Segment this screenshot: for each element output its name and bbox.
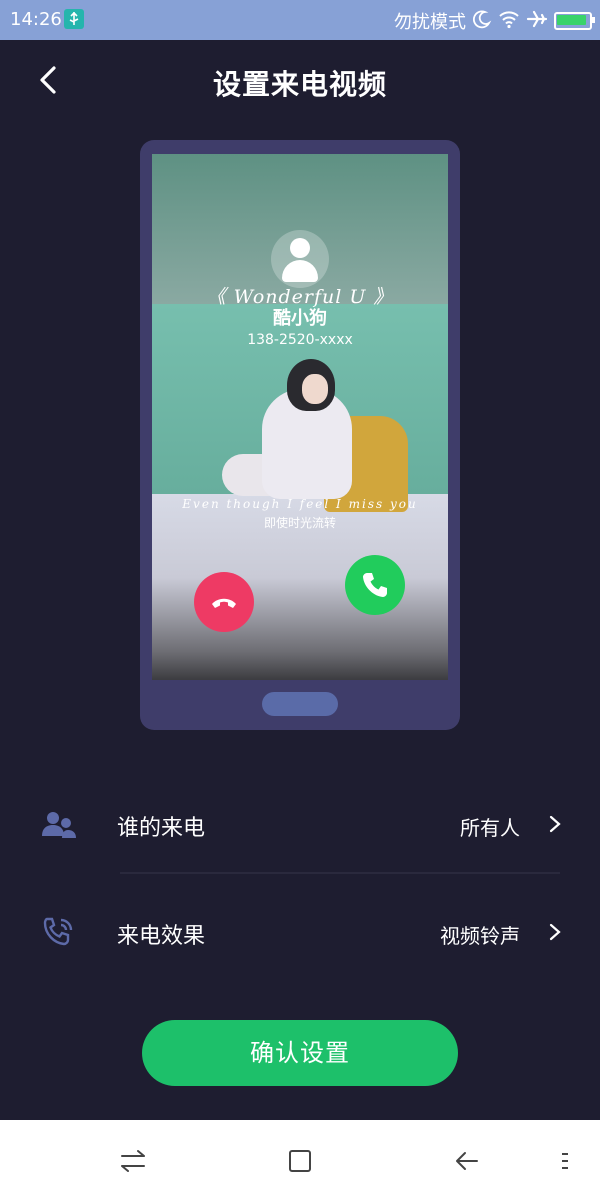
phone-ring-icon [43, 917, 73, 946]
caller-name: 酷小狗 [273, 308, 327, 329]
hang-up-icon [212, 598, 236, 608]
call-effect-value: 视频铃声 [440, 924, 520, 948]
confirm-settings-button[interactable]: 确认设置 [142, 1020, 458, 1086]
status-indicators: 勿扰模式 [394, 8, 595, 34]
usb-icon [64, 9, 84, 29]
chevron-right-icon [549, 815, 561, 833]
battery-icon [554, 12, 595, 30]
header: 设置来电视频 [0, 40, 600, 124]
call-effect-row[interactable]: 来电效果 视频铃声 [0, 886, 600, 978]
who-calls-value: 所有人 [460, 816, 520, 840]
call-effect-label: 来电效果 [117, 924, 206, 949]
phone-icon [363, 573, 387, 597]
status-bar: 14:26 勿扰模式 [0, 0, 600, 40]
lyric-line-english: Even though I feel I miss you [182, 497, 418, 511]
phone-home-key [262, 692, 338, 716]
moon-icon [472, 9, 492, 34]
preview-person-face [302, 374, 328, 404]
status-time: 14:26 [10, 9, 62, 30]
airplane-icon [526, 9, 548, 34]
battery-fill [557, 15, 586, 25]
system-nav-bar [0, 1120, 600, 1200]
page-title: 设置来电视频 [212, 68, 387, 101]
who-calls-row[interactable]: 谁的来电 所有人 [0, 778, 600, 870]
who-calls-label: 谁的来电 [117, 816, 206, 841]
home-icon[interactable] [284, 1145, 316, 1177]
avatar-body [282, 260, 318, 282]
row-divider [120, 872, 560, 874]
avatar-head [290, 238, 310, 258]
caller-avatar [271, 230, 329, 288]
recent-apps-icon[interactable] [117, 1145, 149, 1177]
phone-preview: 《 Wonderful U 》 酷小狗 138-2520-xxxx Even t… [140, 140, 460, 730]
dnd-mode-label: 勿扰模式 [394, 12, 466, 33]
people-icon [42, 812, 76, 838]
decline-call-button [194, 572, 254, 632]
chevron-right-icon [549, 923, 561, 941]
caller-number: 138-2520-xxxx [247, 332, 353, 348]
lyric-line-chinese: 即使时光流转 [263, 516, 336, 530]
wifi-icon [498, 9, 520, 34]
back-nav-icon[interactable] [451, 1145, 483, 1177]
accept-call-button [345, 555, 405, 615]
video-preview-screen: 《 Wonderful U 》 酷小狗 138-2520-xxxx Even t… [152, 154, 448, 680]
menu-icon[interactable] [552, 1145, 578, 1177]
